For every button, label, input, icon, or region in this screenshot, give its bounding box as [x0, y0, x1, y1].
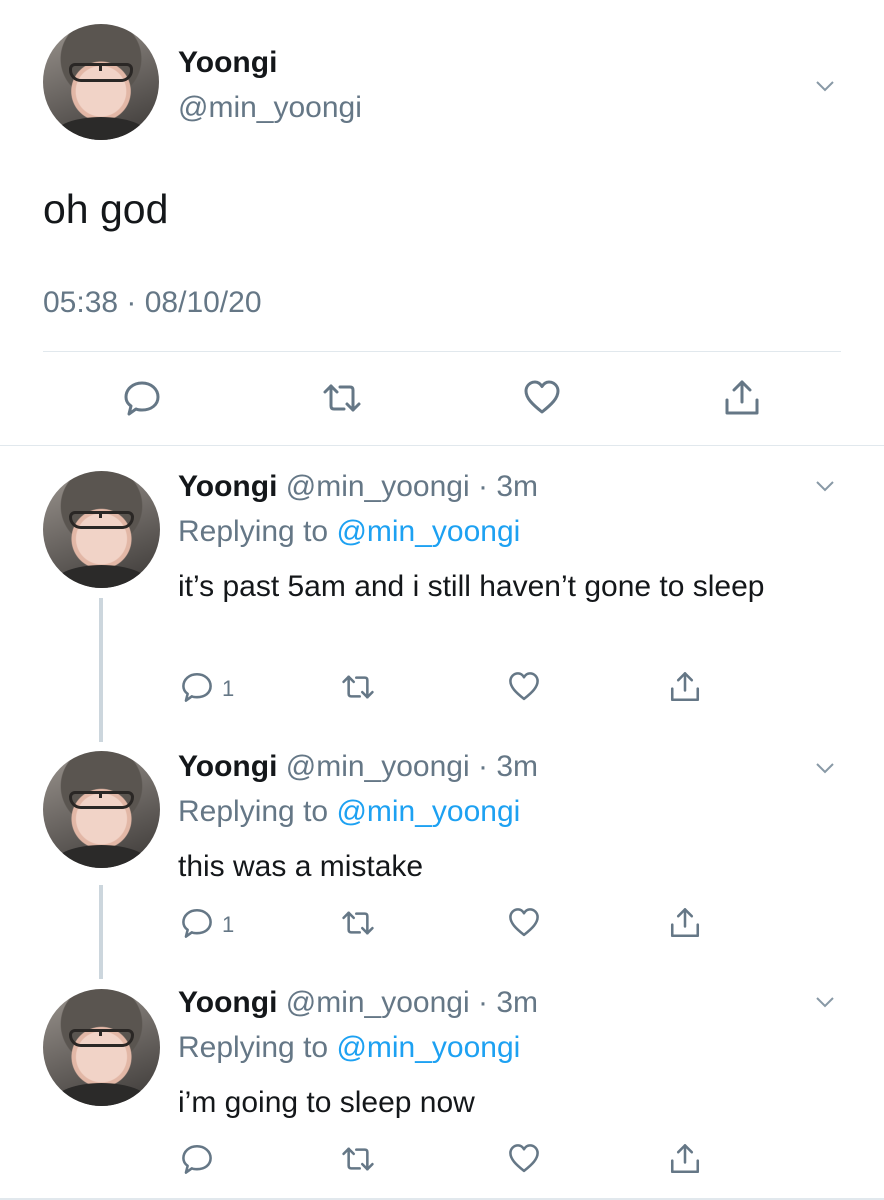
avatar[interactable] — [43, 471, 160, 588]
chevron-down-icon[interactable] — [815, 76, 835, 96]
replying-prefix: Replying to — [178, 515, 337, 548]
speech-bubble-icon[interactable] — [180, 1142, 214, 1176]
tweet-timestamp[interactable]: 05:38 · 08/10/20 — [43, 286, 262, 320]
retweet-icon[interactable] — [341, 906, 375, 940]
reply-header: Yoongi @min_yoongi · 3m — [178, 750, 538, 784]
avatar-glasses — [68, 63, 134, 82]
tweet-text: it’s past 5am and i still haven’t gone t… — [178, 570, 765, 603]
display-name[interactable]: Yoongi — [178, 470, 277, 503]
heart-icon[interactable] — [507, 906, 541, 940]
avatar-glasses — [68, 790, 135, 810]
chevron-down-icon[interactable] — [815, 758, 835, 778]
mention-link[interactable]: @min_yoongi — [336, 795, 520, 828]
display-name[interactable]: Yoongi — [178, 986, 277, 1019]
retweet-icon[interactable] — [322, 378, 362, 418]
tweet-age[interactable]: · 3m — [478, 986, 538, 1019]
avatar[interactable] — [43, 24, 159, 140]
reply-tweet[interactable]: Yoongi @min_yoongi · 3m Replying to @min… — [0, 446, 884, 742]
retweet-icon[interactable] — [341, 1142, 375, 1176]
avatar[interactable] — [43, 989, 160, 1106]
share-icon[interactable] — [722, 378, 762, 418]
display-name[interactable]: Yoongi — [178, 46, 277, 80]
tweet-age[interactable]: · 3m — [478, 470, 538, 503]
replying-prefix: Replying to — [178, 1031, 337, 1064]
user-handle[interactable]: @min_yoongi — [286, 750, 470, 783]
reply-header: Yoongi @min_yoongi · 3m — [178, 986, 538, 1020]
share-icon[interactable] — [668, 670, 702, 704]
heart-icon[interactable] — [507, 1142, 541, 1176]
mention-link[interactable]: @min_yoongi — [336, 515, 520, 548]
avatar-glasses — [68, 510, 135, 530]
avatar-shirt — [54, 844, 149, 868]
reply-tweet[interactable]: Yoongi @min_yoongi · 3m Replying to @min… — [0, 740, 884, 980]
replying-to: Replying to @min_yoongi — [178, 1031, 520, 1065]
speech-bubble-icon[interactable] — [180, 906, 214, 940]
retweet-icon[interactable] — [341, 670, 375, 704]
reply-tweet[interactable]: Yoongi @min_yoongi · 3m Replying to @min… — [0, 980, 884, 1198]
heart-icon[interactable] — [507, 670, 541, 704]
avatar-shirt — [54, 116, 148, 140]
tweet-text: oh god — [43, 186, 169, 232]
tweet-text: this was a mistake — [178, 850, 424, 883]
chevron-down-icon[interactable] — [815, 992, 835, 1012]
avatar-shirt — [54, 564, 149, 588]
speech-bubble-icon[interactable] — [122, 378, 162, 418]
replying-to: Replying to @min_yoongi — [178, 795, 520, 829]
replying-prefix: Replying to — [178, 795, 337, 828]
main-tweet: Yoongi @min_yoongi oh god 05:38 · 08/10/… — [0, 0, 884, 446]
avatar-shirt — [54, 1082, 149, 1106]
chevron-down-icon[interactable] — [815, 476, 835, 496]
thread-line — [99, 598, 103, 742]
user-handle[interactable]: @min_yoongi — [178, 91, 362, 125]
avatar-glasses — [68, 1028, 135, 1048]
tweet-text: i’m going to sleep now — [178, 1086, 475, 1119]
tweet-age[interactable]: · 3m — [478, 750, 538, 783]
speech-bubble-icon[interactable] — [180, 670, 214, 704]
user-handle[interactable]: @min_yoongi — [286, 986, 470, 1019]
replying-to: Replying to @min_yoongi — [178, 515, 520, 549]
avatar[interactable] — [43, 751, 160, 868]
divider — [43, 351, 841, 352]
mention-link[interactable]: @min_yoongi — [336, 1031, 520, 1064]
thread-line — [99, 885, 103, 979]
reply-count: 1 — [222, 912, 235, 937]
display-name[interactable]: Yoongi — [178, 750, 277, 783]
share-icon[interactable] — [668, 1142, 702, 1176]
heart-icon[interactable] — [522, 378, 562, 418]
reply-header: Yoongi @min_yoongi · 3m — [178, 470, 538, 504]
user-handle[interactable]: @min_yoongi — [286, 470, 470, 503]
share-icon[interactable] — [668, 906, 702, 940]
reply-count: 1 — [222, 676, 235, 701]
